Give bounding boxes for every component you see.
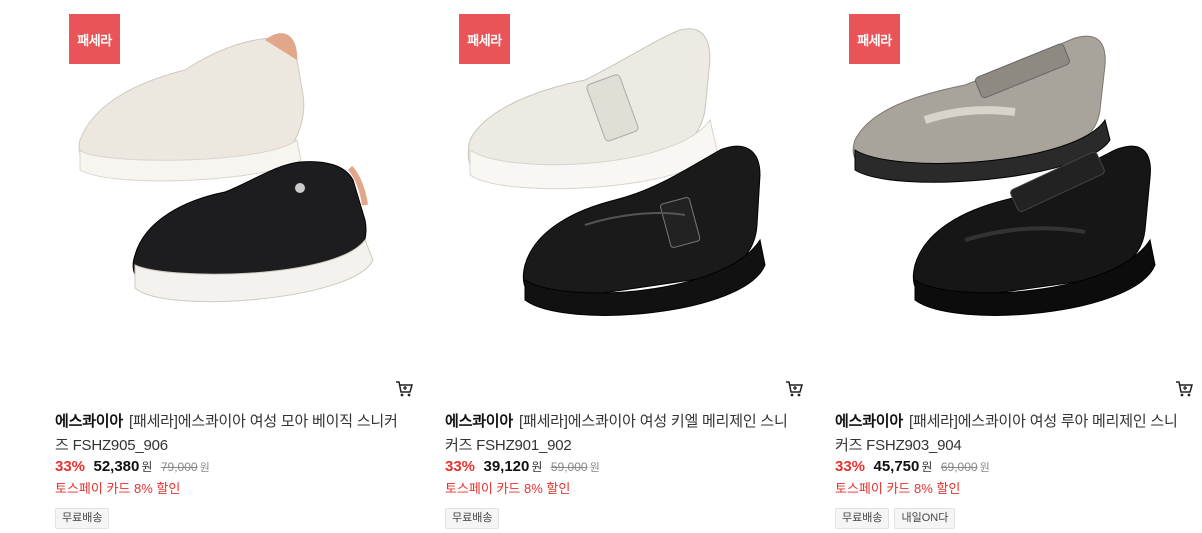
tag-free-shipping: 무료배송	[55, 508, 110, 529]
product-title[interactable]: 에스콰이아 [패세라]에스콰이아 여성 키엘 메리제인 스니커즈 FSHZ901_…	[445, 410, 800, 458]
discount-rate: 33%	[55, 458, 86, 475]
original-price-unit: 원	[979, 462, 990, 474]
cart-icon[interactable]	[785, 380, 803, 398]
product-image-sneakers[interactable]: 패세라	[55, 0, 405, 340]
discount-rate: 33%	[445, 458, 476, 475]
sale-price: 45,750	[873, 458, 920, 475]
tag-free-shipping: 무료배송	[835, 508, 890, 529]
cart-icon[interactable]	[1175, 380, 1193, 398]
tag-next-day: 내일ON다	[894, 508, 956, 529]
promo-text: 토스페이 카드 8% 할인	[445, 481, 571, 496]
sale-price: 52,380	[93, 458, 140, 475]
brand-name: 에스콰이아	[55, 413, 124, 430]
product-card[interactable]: 패세라 에스콰이아 [패세라]에스콰이아 여성 키엘 메리제인 스니커즈 FSHZ…	[445, 0, 815, 533]
price-unit: 원	[141, 460, 153, 474]
cart-icon[interactable]	[395, 380, 413, 398]
price-unit: 원	[921, 460, 933, 474]
tag-list: 무료배송	[55, 508, 110, 529]
tag-list: 무료배송	[445, 508, 500, 529]
tag-free-shipping: 무료배송	[445, 508, 500, 529]
product-title[interactable]: 에스콰이아 [패세라]에스콰이아 여성 루아 메리제인 스니커즈 FSHZ903_…	[835, 410, 1190, 458]
product-card[interactable]: 패세라 에스콰이아 [패세라]에스콰이아 여성 모아 베이직 스니커즈 FSHZ9…	[55, 0, 425, 533]
brand-name: 에스콰이아	[835, 413, 904, 430]
brand-badge: 패세라	[849, 14, 900, 64]
original-price: 79,000	[160, 460, 198, 474]
brand-badge: 패세라	[69, 14, 120, 64]
product-image-mary-jane[interactable]: 패세라	[445, 0, 795, 340]
promo-text: 토스페이 카드 8% 할인	[835, 481, 961, 496]
price-row: 33% 52,380 원 79,000 원	[55, 458, 210, 478]
price-row: 33% 39,120 원 59,000 원	[445, 458, 600, 478]
tag-list: 무료배송 내일ON다	[835, 508, 956, 529]
original-price: 59,000	[550, 460, 588, 474]
sale-price: 39,120	[483, 458, 530, 475]
brand-name: 에스콰이아	[445, 413, 514, 430]
price-unit: 원	[531, 460, 543, 474]
price-row: 33% 45,750 원 69,000 원	[835, 458, 990, 478]
product-card[interactable]: 패세라 에스콰이아 [패세라]에스콰이아 여성 루아 메리제인 스니커즈 FSHZ…	[835, 0, 1202, 533]
original-price-unit: 원	[589, 462, 600, 474]
brand-badge: 패세라	[459, 14, 510, 64]
promo-text: 토스페이 카드 8% 할인	[55, 481, 181, 496]
discount-rate: 33%	[835, 458, 866, 475]
product-title[interactable]: 에스콰이아 [패세라]에스콰이아 여성 모아 베이직 스니커즈 FSHZ905_9…	[55, 410, 410, 458]
original-price: 69,000	[940, 460, 978, 474]
original-price-unit: 원	[199, 462, 210, 474]
product-image-mary-jane-sport[interactable]: 패세라	[835, 0, 1185, 340]
